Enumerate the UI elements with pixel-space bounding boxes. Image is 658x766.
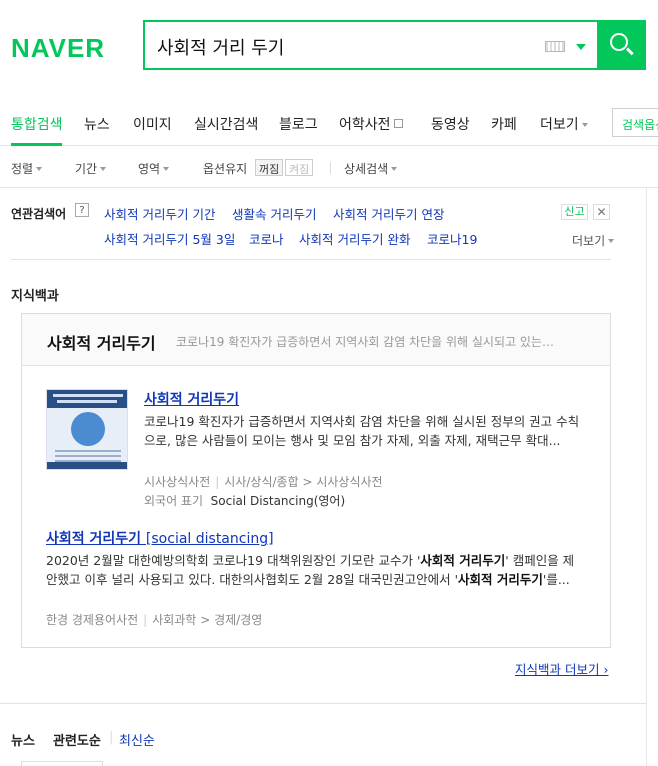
- related-more-button[interactable]: 더보기: [572, 232, 615, 249]
- keep-option-on-toggle[interactable]: 켜짐: [285, 159, 314, 176]
- search-option-button[interactable]: 검색옵션: [612, 108, 658, 137]
- tab-news[interactable]: 뉴스: [84, 114, 110, 134]
- close-icon[interactable]: ✕: [593, 204, 610, 220]
- sort-dropdown[interactable]: 정렬: [11, 160, 43, 177]
- search-button[interactable]: [597, 20, 646, 70]
- related-keyword[interactable]: 사회적 거리두기 기간: [104, 204, 215, 223]
- tab-images[interactable]: 이미지: [133, 114, 172, 134]
- detail-search-dropdown[interactable]: 상세검색: [344, 160, 398, 177]
- entry2-source: 한경 경제용어사전 | 사회과학 > 경제/경영: [46, 613, 263, 627]
- keep-option-off-toggle[interactable]: 꺼짐: [255, 159, 284, 176]
- entry-foreign-notation: 외국어 표기 Social Distancing(영어): [144, 494, 346, 508]
- naver-logo[interactable]: NAVER: [11, 33, 105, 64]
- tab-integrated[interactable]: 통합검색: [11, 114, 63, 134]
- area-dropdown[interactable]: 영역: [138, 160, 170, 177]
- autocomplete-toggle-icon[interactable]: [576, 44, 586, 50]
- related-keywords: 연관검색어 ? 사회적 거리두기 기간 생활속 거리두기 사회적 거리두기 연장…: [11, 203, 615, 260]
- tab-more[interactable]: 더보기: [540, 114, 588, 134]
- knowledge-card-summary: 코로나19 확진자가 급증하면서 지역사회 감염 차단을 위해 실시되고 있는…: [176, 335, 554, 349]
- keyboard-icon[interactable]: [545, 41, 565, 52]
- entry-title-link[interactable]: 사회적 거리두기: [144, 389, 239, 409]
- chevron-down-icon: [36, 167, 43, 171]
- search-box[interactable]: 사회적 거리 두기: [143, 20, 646, 70]
- related-keyword[interactable]: 사회적 거리두기 완화: [299, 229, 410, 248]
- related-keyword[interactable]: 사회적 거리두기 연장: [333, 204, 444, 223]
- knowledge-more-link[interactable]: 지식백과 더보기 ›: [515, 659, 608, 678]
- news-section-title: 뉴스: [11, 734, 35, 749]
- entry2-title-link[interactable]: 사회적 거리두기 [social distancing]: [46, 528, 274, 548]
- news-sort-relevance[interactable]: 관련도순: [53, 730, 101, 749]
- keep-option-label: 옵션유지: [203, 162, 248, 176]
- tab-blog[interactable]: 블로그: [279, 114, 318, 134]
- chevron-down-icon: [581, 123, 588, 127]
- search-input[interactable]: 사회적 거리 두기: [157, 34, 284, 60]
- filter-bar: 정렬 기간 영역 옵션유지 꺼짐 켜짐 상세검색: [0, 146, 658, 188]
- entry-source: 시사상식사전 | 시사/상식/종합 > 시사상식사전: [144, 475, 383, 489]
- help-icon[interactable]: ?: [75, 203, 89, 217]
- external-window-icon: [393, 119, 403, 128]
- period-dropdown[interactable]: 기간: [75, 160, 107, 177]
- search-tabs: 통합검색 뉴스 이미지 실시간검색 블로그 어학사전 동영상 카페 더보기 검색…: [0, 100, 658, 146]
- entry2-description: 2020년 2월말 대한예방의학회 코로나19 대책위원장인 기모란 교수가 '…: [46, 553, 575, 587]
- chevron-right-icon: ›: [603, 662, 609, 677]
- tab-video[interactable]: 동영상: [431, 114, 470, 134]
- news-sort-latest[interactable]: 최신순: [119, 730, 155, 749]
- chevron-down-icon: [100, 167, 107, 171]
- report-button[interactable]: 신고: [561, 204, 588, 220]
- related-keyword[interactable]: 코로나: [249, 229, 284, 248]
- related-keyword[interactable]: 생활속 거리두기: [232, 204, 316, 223]
- chevron-down-icon: [391, 167, 398, 171]
- related-keyword[interactable]: 코로나19: [427, 229, 477, 248]
- knowledge-card-header: 사회적 거리두기 코로나19 확진자가 급증하면서 지역사회 감염 차단을 위해…: [22, 314, 610, 366]
- knowledge-section-title: 지식백과: [11, 289, 59, 304]
- entry-thumbnail[interactable]: [46, 389, 128, 470]
- news-thumbnail[interactable]: [21, 761, 103, 766]
- entry-description: 코로나19 확진자가 급증하면서 지역사회 감염 차단을 위해 실시된 정부의 …: [144, 414, 580, 448]
- knowledge-card-title[interactable]: 사회적 거리두기: [47, 330, 156, 354]
- related-keyword[interactable]: 사회적 거리두기 5월 3일: [104, 229, 235, 248]
- tab-dictionary[interactable]: 어학사전: [339, 114, 403, 134]
- chevron-down-icon: [163, 167, 170, 171]
- tab-realtime[interactable]: 실시간검색: [194, 114, 258, 134]
- tab-cafe[interactable]: 카페: [491, 114, 517, 134]
- chevron-down-icon: [608, 239, 615, 243]
- related-keywords-title: 연관검색어: [11, 207, 67, 221]
- knowledge-card: 사회적 거리두기 코로나19 확진자가 급증하면서 지역사회 감염 차단을 위해…: [21, 313, 611, 648]
- header: NAVER 사회적 거리 두기: [0, 0, 658, 92]
